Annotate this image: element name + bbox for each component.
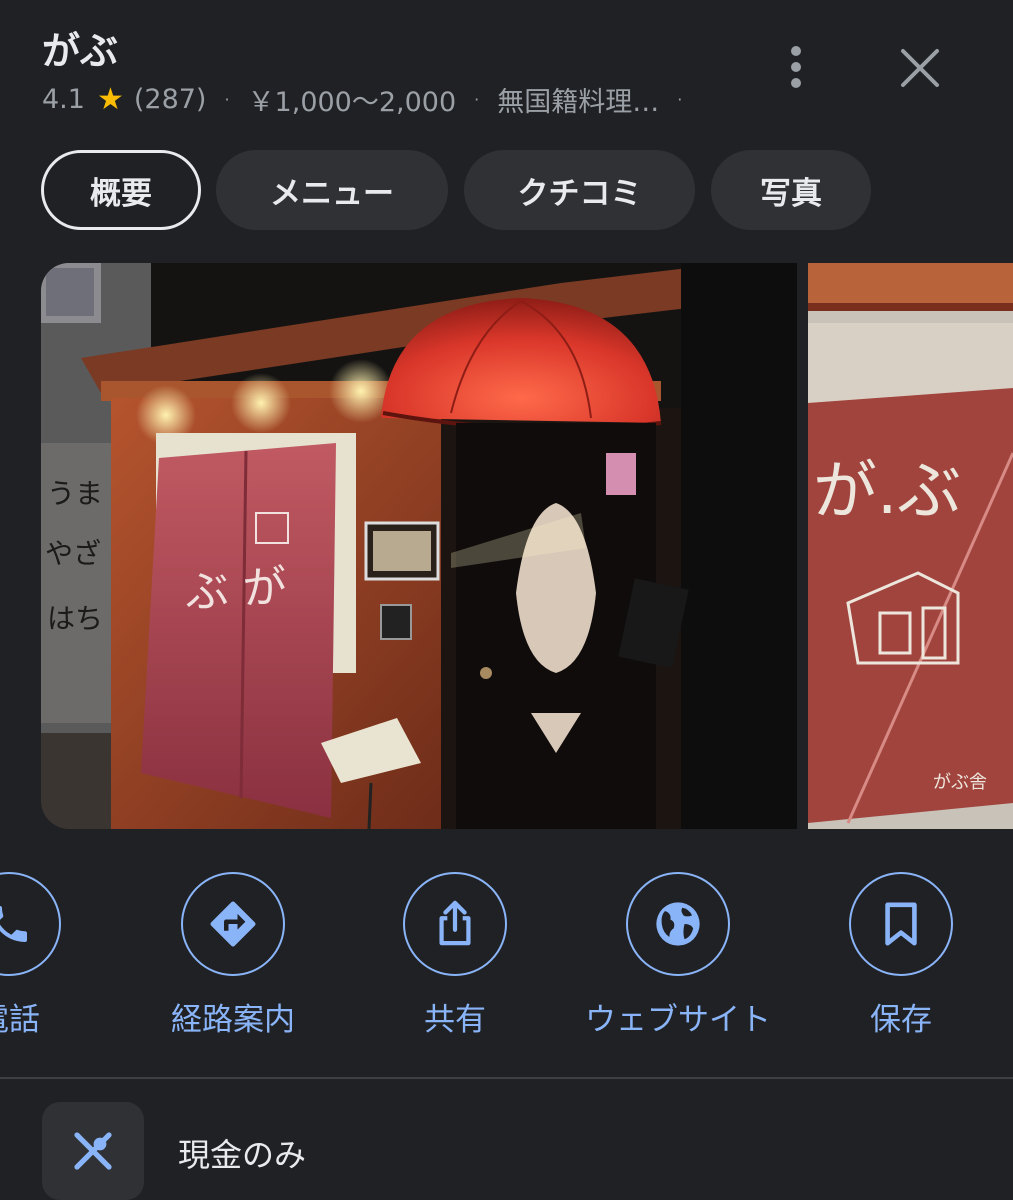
place-photo-curtain[interactable]: が.ぶ がぶ舎 xyxy=(808,263,1013,829)
call-label: 電話 xyxy=(0,1002,40,1038)
category-label: 無国籍料理… xyxy=(497,87,660,118)
section-divider xyxy=(0,1077,1013,1079)
directions-button[interactable]: 経路案内 xyxy=(123,872,343,1039)
more-vert-icon xyxy=(791,46,801,88)
svg-text:が.ぶ: が.ぶ xyxy=(813,455,961,529)
website-button[interactable]: ウェブサイト xyxy=(568,872,788,1039)
review-count[interactable]: (287) xyxy=(134,84,207,115)
phone-icon xyxy=(0,906,27,942)
directions-label: 経路案内 xyxy=(171,1002,295,1038)
directions-icon xyxy=(210,901,256,947)
bookmark-icon xyxy=(885,902,917,946)
website-label: ウェブサイト xyxy=(585,1002,771,1038)
rating-value: 4.1 xyxy=(42,84,85,115)
svg-text:ぶ が: ぶ が xyxy=(183,561,288,619)
star-icon: ★ xyxy=(96,82,124,117)
tab-reviews[interactable]: クチコミ xyxy=(464,150,695,230)
place-photo-storefront[interactable]: うま やざ はち ぶ が xyxy=(41,263,797,829)
separator-dot: · xyxy=(474,90,480,109)
tab-photos[interactable]: 写真 xyxy=(711,150,871,230)
more-options-button[interactable] xyxy=(776,42,816,92)
separator-dot: · xyxy=(224,90,230,109)
svg-text:うま: うま xyxy=(47,477,103,510)
svg-text:がぶ舎: がぶ舎 xyxy=(933,772,987,793)
restaurant-icon xyxy=(74,1132,112,1170)
close-button[interactable] xyxy=(894,42,946,94)
separator-dot: · xyxy=(677,90,683,109)
tab-overview[interactable]: 概要 xyxy=(41,150,201,230)
share-icon xyxy=(439,900,471,946)
share-label: 共有 xyxy=(424,1002,486,1038)
save-label: 保存 xyxy=(870,1002,932,1038)
globe-icon xyxy=(656,902,700,946)
payment-info: 現金のみ xyxy=(178,1136,307,1174)
close-icon xyxy=(901,49,939,87)
save-button[interactable]: 保存 xyxy=(791,872,1011,1039)
restaurant-icon-box xyxy=(42,1102,144,1200)
call-button[interactable]: 電話 xyxy=(0,872,119,1039)
svg-text:はち: はち xyxy=(47,602,103,635)
share-button[interactable]: 共有 xyxy=(345,872,565,1039)
price-range: ￥1,000〜2,000 xyxy=(247,87,457,118)
place-meta-row: 4.1 ★ (287) · ￥1,000〜2,000 · 無国籍料理… · xyxy=(42,80,700,119)
svg-text:やざ: やざ xyxy=(45,537,101,570)
place-title: がぶ xyxy=(42,29,119,73)
tab-menu[interactable]: メニュー xyxy=(216,150,448,230)
